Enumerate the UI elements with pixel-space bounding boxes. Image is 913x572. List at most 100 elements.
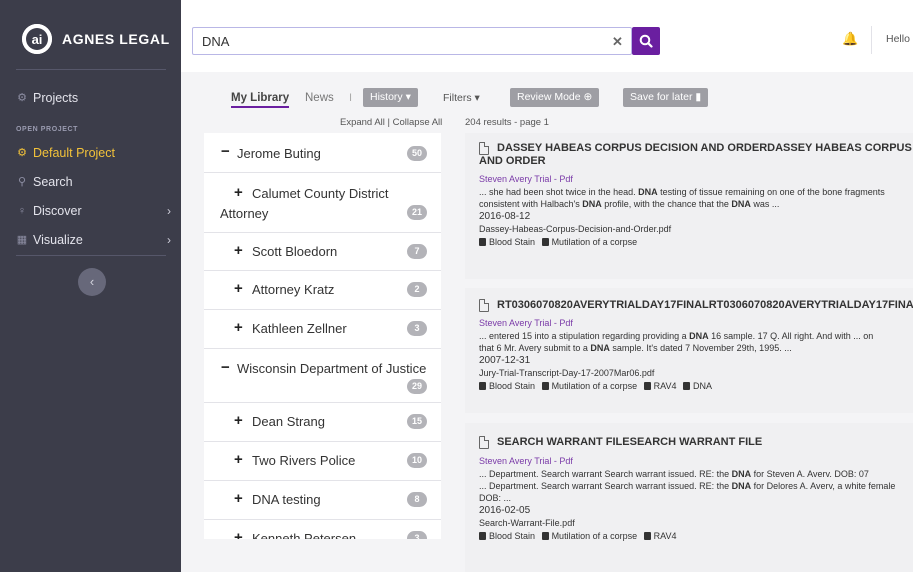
brand: ai AGNES LEGAL [0,0,181,70]
tag-icon [643,532,651,540]
collapse-icon[interactable]: − [221,359,230,376]
sidebar-item-visualize[interactable]: ▦ Visualize › [0,230,181,252]
result-source[interactable]: Steven Avery Trial - Pdf [479,174,573,184]
sidebar-item-discover[interactable]: ♀ Discover › [0,201,181,223]
collapse-sidebar-button[interactable]: ‹ [78,268,106,296]
tag-icon [479,532,486,540]
count-badge: 8 [407,492,427,507]
tab-news[interactable]: News [305,92,334,104]
tab-separator: I [349,92,353,104]
list-item[interactable]: + Scott Bloedorn 7 [204,233,441,271]
user-greeting[interactable]: Hello , [886,33,913,45]
result-tags: Blood Stain Mutilation of a corpse [479,237,637,247]
result-title[interactable]: RT0306070820AVERYTRIALDAY17FINALRT030607… [497,299,913,311]
results-count: 204 results - page 1 [465,117,549,128]
result-source[interactable]: Steven Avery Trial - Pdf [479,456,573,466]
tag-icon [643,382,651,390]
tag[interactable]: Blood Stain [489,381,535,391]
result-card[interactable]: SEARCH WARRANT FILESEARCH WARRANT FILE S… [465,423,913,572]
history-dropdown-button[interactable]: History ▾ [363,88,418,107]
agnes-logo-icon: ai [22,24,52,54]
list-item[interactable]: + Attorney Kratz 2 [204,271,441,310]
count-badge: 2 [407,282,427,297]
count-badge: 3 [407,531,427,539]
result-snippet: consistent with Halbach's DNA profile, w… [479,199,780,209]
expand-icon[interactable]: + [234,529,243,539]
clear-search-icon[interactable]: ✕ [612,34,623,50]
search-icon [639,34,653,48]
result-title[interactable]: SEARCH WARRANT FILESEARCH WARRANT FILE [497,436,762,448]
tag[interactable]: Mutilation of a corpse [552,531,638,541]
expand-collapse-all[interactable]: Expand All | Collapse All [340,117,442,128]
list-item-label: Two Rivers Police [252,453,356,468]
result-title-continued[interactable]: AND ORDER [479,155,546,167]
section-label-open-project: OPEN PROJECT [16,126,79,133]
list-item-label: Scott Bloedorn [252,244,338,259]
tag[interactable]: DNA [693,381,712,391]
sidebar-item-search[interactable]: ⚲ Search [0,172,181,194]
expand-icon[interactable]: + [234,242,243,259]
search-button[interactable] [632,27,660,55]
zoom-icon: ⊕ [583,91,593,103]
result-snippet: DOB: ... [479,493,512,503]
list-item[interactable]: − Jerome Buting 50 [204,133,441,173]
chevron-right-icon: › [167,233,171,247]
list-item-label: Calumet County District [252,186,389,201]
list-item[interactable]: − Wisconsin Department of Justice 29 [204,349,441,403]
list-item[interactable]: + Two Rivers Police 10 [204,442,441,481]
result-card[interactable]: DASSEY HABEAS CORPUS DECISION AND ORDERD… [465,133,913,279]
expand-icon[interactable]: + [234,451,243,468]
expand-icon[interactable]: + [234,412,243,429]
filters-dropdown-button[interactable]: Filters ▾ [443,92,480,104]
chevron-right-icon: › [167,204,171,218]
result-title[interactable]: DASSEY HABEAS CORPUS DECISION AND ORDERD… [497,142,913,154]
bookmark-icon: ▮ [695,91,702,103]
list-item-label: Kenneth Petersen [252,531,357,539]
review-mode-button[interactable]: Review Mode ⊕ [510,88,600,107]
search-input[interactable] [202,32,582,50]
sidebar-item-label: Visualize [33,233,83,247]
tab-my-library[interactable]: My Library [231,92,290,108]
tag[interactable]: Blood Stain [489,237,535,247]
tag[interactable]: RAV4 [654,531,677,541]
expand-icon[interactable]: + [234,280,243,297]
result-filename[interactable]: Jury-Trial-Transcript-Day-17-2007Mar06.p… [479,368,654,378]
list-item[interactable]: + Kathleen Zellner 3 [204,310,441,349]
tag-icon [541,382,549,390]
list-item[interactable]: + Calumet County District Attorney 21 [204,173,441,233]
sidebar-item-projects[interactable]: ⚙ Projects [0,88,181,110]
search-icon: ⚲ [17,176,27,188]
result-snippet: ... she had been shot twice in the head.… [479,187,885,197]
save-for-later-button[interactable]: Save for later ▮ [623,88,709,107]
divider [16,255,166,256]
result-filename[interactable]: Search-Warrant-File.pdf [479,518,575,528]
tag-icon [479,382,486,390]
sidebar: ai AGNES LEGAL ⚙ Projects OPEN PROJECT ⚙… [0,0,181,572]
list-item[interactable]: + Dean Strang 15 [204,403,441,442]
tag[interactable]: RAV4 [654,381,677,391]
count-badge: 50 [406,146,427,161]
expand-icon[interactable]: + [234,319,243,336]
bell-icon[interactable]: 🔔 [842,31,858,47]
list-item-label: Attorney Kratz [252,282,335,297]
tag-icon [541,238,549,246]
count-badge: 10 [406,453,427,468]
expand-icon[interactable]: + [234,184,243,201]
result-tags: Blood Stain Mutilation of a corpse RAV4 [479,531,676,541]
result-snippet: ... Department. Search warrant Search wa… [479,481,896,491]
tag[interactable]: Blood Stain [489,531,535,541]
tag[interactable]: Mutilation of a corpse [552,237,638,247]
gear-icon: ⚙ [17,147,27,159]
list-item[interactable]: + DNA testing 8 [204,481,441,520]
sidebar-item-default-project[interactable]: ⚙ Default Project [0,143,181,165]
tag[interactable]: Mutilation of a corpse [552,381,638,391]
tag-icon [682,382,690,390]
collapse-icon[interactable]: − [221,143,230,160]
count-badge: 21 [406,205,427,220]
result-card[interactable]: RT0306070820AVERYTRIALDAY17FINALRT030607… [465,288,913,413]
result-source[interactable]: Steven Avery Trial - Pdf [479,318,573,328]
result-filename[interactable]: Dassey-Habeas-Corpus-Decision-and-Order.… [479,224,671,234]
list-item[interactable]: + Kenneth Petersen 3 [204,520,441,539]
expand-icon[interactable]: + [234,490,243,507]
save-for-later-label: Save for later [630,91,693,103]
